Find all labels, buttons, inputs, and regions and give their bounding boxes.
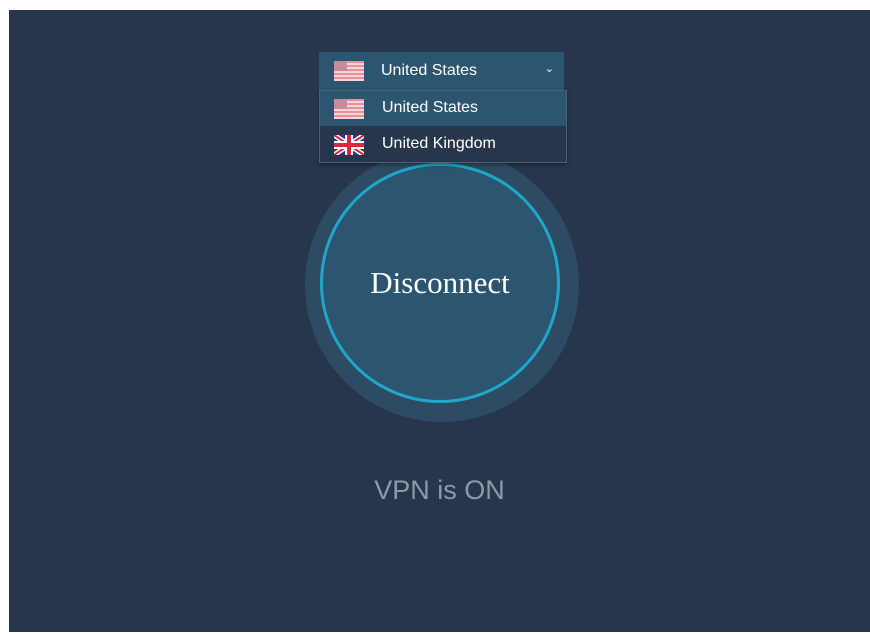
country-dropdown-list: United States United Kingdom bbox=[319, 90, 567, 163]
dropdown-option-united-states[interactable]: United States bbox=[320, 91, 566, 126]
uk-flag-icon bbox=[334, 135, 364, 155]
disconnect-label: Disconnect bbox=[370, 265, 510, 300]
option-label: United Kingdom bbox=[382, 135, 496, 152]
us-flag-icon bbox=[334, 61, 364, 81]
us-flag-icon bbox=[334, 99, 364, 119]
disconnect-button[interactable]: Disconnect bbox=[320, 163, 560, 403]
chevron-down-icon[interactable]: ⌄ bbox=[545, 62, 554, 75]
dropdown-option-united-kingdom[interactable]: United Kingdom bbox=[320, 127, 566, 162]
vpn-window: United States ⌄ United States United Kin… bbox=[9, 10, 870, 632]
country-select[interactable]: United States ⌄ bbox=[319, 52, 564, 90]
option-label: United States bbox=[382, 99, 479, 116]
vpn-status-text: VPN is ON bbox=[374, 475, 505, 505]
selected-country-label: United States bbox=[381, 62, 478, 79]
